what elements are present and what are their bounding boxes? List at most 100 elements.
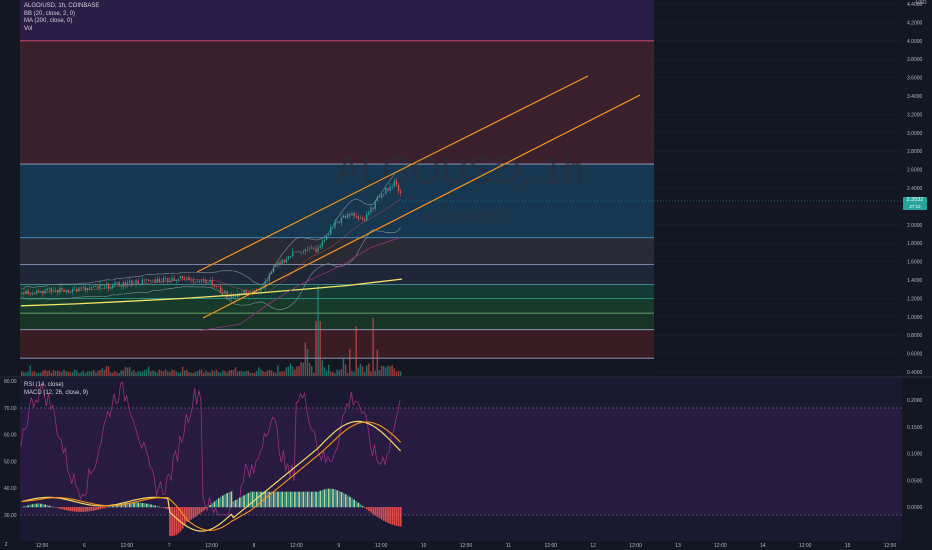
macd-histogram-bar xyxy=(188,507,190,521)
macd-histogram-bar xyxy=(137,502,140,508)
candle-body xyxy=(300,252,302,253)
volume-bar xyxy=(137,371,139,376)
macd-histogram-bar xyxy=(285,491,288,508)
candle-body xyxy=(217,286,220,287)
macd-histogram-bar xyxy=(92,507,95,511)
volume-bar xyxy=(319,321,321,376)
macd-histogram-bar xyxy=(171,507,173,536)
macd-histogram-bar xyxy=(300,491,303,508)
candle-body xyxy=(54,289,57,291)
macd-tick-label: 0.0000 xyxy=(907,505,923,511)
candle-body xyxy=(103,285,105,287)
volume-bar xyxy=(291,366,294,376)
macd-histogram-bar xyxy=(54,507,57,508)
volume-bar xyxy=(340,369,343,376)
volume-bar xyxy=(190,372,192,376)
macd-histogram-bar xyxy=(40,503,42,508)
volume-bar xyxy=(124,366,127,376)
volume-bar xyxy=(169,372,171,376)
rsi-tick-label: 50.00 xyxy=(4,459,17,465)
volume-bar xyxy=(239,370,241,376)
volume-bar xyxy=(323,367,326,376)
fib-zone xyxy=(20,40,654,165)
volume-bar xyxy=(264,371,266,376)
macd-histogram-bar xyxy=(332,488,334,508)
macd-histogram-bar xyxy=(355,501,358,508)
volume-bar xyxy=(289,363,292,376)
macd-histogram-bar xyxy=(46,505,49,508)
candle-body xyxy=(205,279,207,284)
time-tick-label: 12:00 xyxy=(121,543,134,549)
volume-bar xyxy=(336,369,338,376)
macd-tick-label: 0.0500 xyxy=(907,478,923,484)
candle-body xyxy=(203,279,205,282)
macd-histogram-bar xyxy=(181,507,184,529)
volume-bar xyxy=(198,369,201,376)
candle-body xyxy=(361,218,364,220)
macd-histogram-bar xyxy=(213,501,216,508)
symbol-legend[interactable]: ALGO/USD, 1h, COINBASE xyxy=(24,3,99,11)
candle-body xyxy=(173,278,175,281)
rsi-tick-label: 40.00 xyxy=(4,486,17,492)
ma-legend[interactable]: MA (200, close, 0) xyxy=(24,18,99,26)
watermark-name: ALGO/USD xyxy=(421,209,499,226)
corner-button[interactable]: 2 xyxy=(2,541,10,549)
volume-bar xyxy=(357,367,360,376)
volume-bar xyxy=(80,372,82,376)
candle-body xyxy=(226,290,228,298)
volume-bar xyxy=(217,371,220,376)
macd-histogram-bar xyxy=(351,498,353,508)
volume-bar xyxy=(88,371,91,376)
macd-histogram-bar xyxy=(349,496,351,508)
candle-body xyxy=(80,287,82,289)
candle-body xyxy=(383,193,385,195)
candle-body xyxy=(323,240,326,242)
candle-body xyxy=(198,280,201,282)
macd-histogram-bar xyxy=(327,488,330,508)
macd-histogram-bar xyxy=(88,507,91,512)
volume-bar xyxy=(353,371,355,376)
macd-histogram-bar xyxy=(173,507,176,536)
candle-body xyxy=(23,292,25,295)
macd-histogram-bar xyxy=(353,499,356,508)
macd-histogram-bar xyxy=(224,494,226,508)
volume-bar xyxy=(54,370,57,376)
time-tick-label: 9 xyxy=(337,543,340,549)
volume-bar xyxy=(236,371,239,376)
rsi-legend[interactable]: RSI (14, close) xyxy=(24,381,88,389)
price-tick-label: 3.8000 xyxy=(907,57,923,63)
candle-body xyxy=(289,256,292,257)
candle-body xyxy=(207,282,209,284)
candle-body xyxy=(344,216,347,218)
bb-legend[interactable]: BB (20, close, 2, 0) xyxy=(24,11,99,19)
volume-bar xyxy=(325,370,328,376)
volume-bar xyxy=(181,366,184,376)
macd-histogram-bar xyxy=(363,507,366,508)
candle-body xyxy=(65,290,67,292)
macd-histogram-bar xyxy=(158,506,161,508)
volume-bar xyxy=(173,370,175,376)
macd-histogram-bar xyxy=(97,507,99,510)
candle-body xyxy=(190,279,192,281)
chart-canvas[interactable]: ALGOUSD, 1hALGO/USD4.40004.20004.00003.8… xyxy=(0,0,932,550)
volume-bar xyxy=(317,286,319,376)
candle-body xyxy=(215,286,218,287)
macd-histogram-bar xyxy=(382,507,385,521)
volume-bar xyxy=(186,369,188,376)
volume-bar xyxy=(107,366,110,376)
volume-bar xyxy=(327,364,330,376)
candle-body xyxy=(21,292,23,294)
macd-legend[interactable]: MACD (12, 26, close, 9) xyxy=(24,389,88,397)
vol-legend[interactable]: Vol xyxy=(24,26,99,34)
candle-body xyxy=(281,260,283,265)
macd-histogram-bar xyxy=(366,507,368,510)
macd-histogram-bar xyxy=(321,489,324,508)
macd-histogram-bar xyxy=(226,493,229,508)
currency-label[interactable]: USD xyxy=(916,0,927,6)
volume-bar xyxy=(156,372,158,376)
candle-body xyxy=(179,275,182,279)
candle-body xyxy=(61,288,63,291)
volume-bar xyxy=(42,370,44,376)
volume-bar xyxy=(260,369,262,376)
macd-histogram-bar xyxy=(336,490,339,508)
